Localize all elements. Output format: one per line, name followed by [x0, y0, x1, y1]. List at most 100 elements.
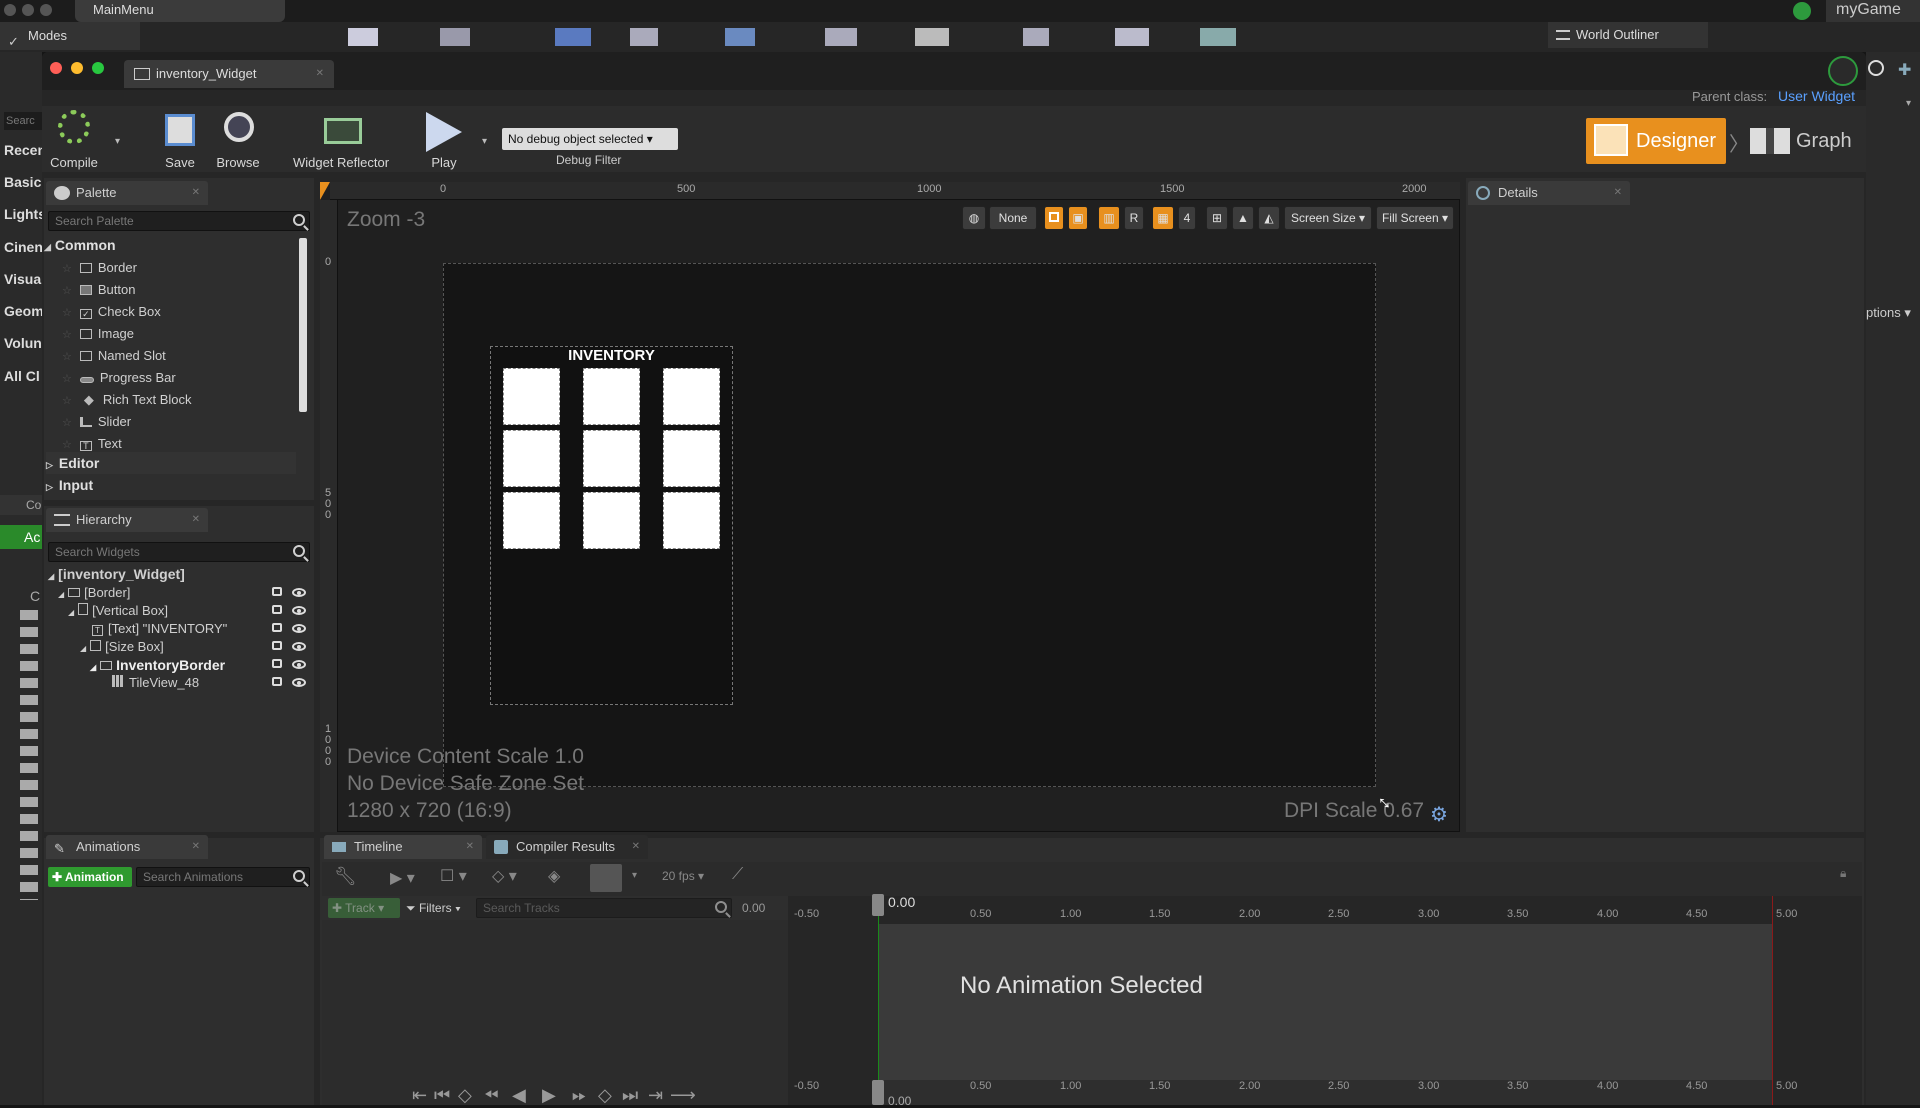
favorite-star-icon[interactable]: ☆ [62, 395, 72, 407]
content-folder-root[interactable]: C [0, 588, 42, 608]
main-icon-9[interactable] [1115, 28, 1149, 46]
window-minimize-button[interactable] [71, 62, 83, 74]
palette-tab-close-icon[interactable]: ✕ [192, 181, 200, 205]
eye-icon[interactable] [292, 642, 306, 651]
step-forward-key-button[interactable]: ⏭︎ [622, 1085, 638, 1106]
compiler-results-tab[interactable]: Compiler Results ✕ [486, 835, 648, 859]
camera-lock-button[interactable] [590, 864, 622, 892]
key-auto-icon[interactable]: ◈ [548, 866, 560, 886]
palette-tab[interactable]: Palette ✕ [46, 181, 208, 205]
compile-options-dropdown[interactable]: ▾ [115, 136, 120, 147]
grid-snap-button[interactable]: ▦ [1152, 206, 1174, 230]
search-icon[interactable] [715, 901, 727, 913]
graph-mode-button[interactable]: Graph [1746, 118, 1856, 164]
eye-icon[interactable] [292, 588, 306, 597]
selection-options-icon[interactable]: ☐ ▾ [440, 866, 467, 886]
ue-logo-icon[interactable] [1828, 56, 1858, 86]
category-visual[interactable]: Visua [4, 271, 42, 287]
save-button[interactable]: Save [160, 110, 200, 170]
playback-start-marker[interactable] [878, 896, 879, 1105]
favorite-star-icon[interactable]: ☆ [62, 263, 72, 275]
animations-tab-close-icon[interactable]: ✕ [192, 835, 200, 859]
inventory-slot[interactable] [663, 430, 720, 487]
camera-lock-dropdown[interactable]: ▾ [632, 870, 637, 881]
category-geometry[interactable]: Geom [4, 303, 42, 319]
palette-item-named-slot[interactable]: ☆ Named Slot [62, 345, 166, 366]
lock-icon[interactable] [272, 623, 282, 632]
modes-tab[interactable]: ✓ Modes [0, 22, 140, 50]
playhead-handle-bottom[interactable] [872, 1080, 884, 1105]
debug-object-select[interactable]: No debug object selected ▾ [502, 128, 678, 150]
palette-item-border[interactable]: ☆ Border [62, 257, 137, 278]
step-back-frame-button[interactable]: ⏪︎ [484, 1085, 498, 1106]
main-icon-6[interactable] [825, 28, 857, 46]
category-all-classes[interactable]: All Cl [4, 368, 42, 384]
hierarchy-node-tileview[interactable]: TileView_48 [112, 674, 199, 692]
playhead-handle[interactable] [872, 894, 884, 916]
outline-toggle-button[interactable] [1044, 206, 1064, 230]
favorite-star-icon[interactable]: ☆ [62, 329, 72, 341]
curve-editor-icon[interactable]: ⟋ [732, 866, 743, 884]
document-tab[interactable]: inventory_Widget ✕ [124, 60, 334, 88]
lock-toggle-button[interactable]: ▣ [1068, 206, 1088, 230]
world-outliner-tab[interactable]: World Outliner [1548, 22, 1708, 48]
hierarchy-node-text[interactable]: T [Text] "INVENTORY" [92, 620, 227, 638]
right-dropdown-arrow[interactable]: ▾ [1906, 98, 1911, 109]
inventory-slot[interactable] [503, 430, 560, 487]
localization-preview-button[interactable]: ◍ [962, 206, 986, 230]
category-cinematic[interactable]: Cinen [4, 239, 42, 255]
key-options-icon[interactable]: ◇ ▾ [492, 866, 517, 886]
palette-item-image[interactable]: ☆ Image [62, 323, 134, 344]
loop-button[interactable]: ⟶ [670, 1085, 696, 1106]
hierarchy-tab-close-icon[interactable]: ✕ [192, 508, 200, 532]
hierarchy-tab[interactable]: Hierarchy ✕ [46, 508, 208, 532]
main-icon-1[interactable] [348, 28, 378, 46]
jump-to-start-button[interactable]: ⇤ [412, 1085, 427, 1106]
fill-screen-select[interactable]: Fill Screen ▾ [1376, 206, 1454, 230]
inventory-slot[interactable] [663, 492, 720, 549]
palette-scrollbar[interactable] [299, 238, 307, 412]
main-icon-8[interactable] [1023, 28, 1049, 46]
timeline-tab[interactable]: Timeline ✕ [324, 835, 482, 859]
inventory-slot[interactable] [503, 368, 560, 425]
main-icon-5[interactable] [725, 28, 755, 46]
main-icon-4[interactable] [630, 28, 658, 46]
play-button[interactable]: Play [416, 110, 472, 170]
hierarchy-node-size-box[interactable]: ◢ [Size Box] [80, 638, 164, 656]
main-icon-10[interactable] [1200, 28, 1236, 46]
category-basic[interactable]: Basic [4, 174, 42, 190]
palette-category-editor[interactable]: ▷ Editor [46, 452, 296, 474]
document-tab-close-icon[interactable]: ✕ [316, 60, 324, 88]
favorite-star-icon[interactable]: ☆ [62, 351, 72, 363]
current-time-value[interactable]: 0.00 [742, 901, 765, 915]
fps-select[interactable]: 20 fps ▾ [662, 869, 704, 883]
details-tab-close-icon[interactable]: ✕ [1614, 181, 1622, 205]
search-icon[interactable] [293, 214, 305, 226]
palette-category-common[interactable]: ◢ Common [44, 234, 116, 256]
category-lights[interactable]: Lights [4, 206, 42, 222]
dpi-settings-gear-icon[interactable]: ⚙ [1430, 802, 1448, 827]
zoom-to-fit-button[interactable]: ⊞ [1206, 206, 1228, 230]
eye-icon[interactable] [292, 660, 306, 669]
search-icon[interactable] [293, 545, 305, 557]
eye-icon[interactable] [292, 624, 306, 633]
palette-item-text[interactable]: ☆ T Text [62, 433, 122, 454]
filters-button[interactable]: ⏷ Filters ▾ [406, 898, 461, 918]
play-forward-button[interactable]: ▶ [542, 1085, 556, 1106]
pin-icon[interactable]: ✚ [1898, 60, 1911, 80]
animations-search-input[interactable]: Search Animations [136, 867, 310, 887]
sequencer-tools-icon[interactable]: 🔧︎ [334, 866, 357, 887]
palette-category-input[interactable]: ▷ Input [46, 474, 93, 496]
window-close-button[interactable] [50, 62, 62, 74]
inventory-slot[interactable] [583, 368, 640, 425]
step-back-key-button[interactable]: ⏮︎ [434, 1085, 450, 1106]
flow-direction-button[interactable]: None [989, 206, 1037, 230]
main-icon-3[interactable] [555, 28, 591, 46]
lock-icon[interactable] [272, 605, 282, 614]
main-icon-7[interactable] [915, 28, 949, 46]
palette-search-input[interactable]: Search Palette [48, 211, 310, 231]
jump-to-end-button[interactable]: ⇥ [648, 1085, 663, 1106]
window-maximize-button[interactable] [92, 62, 104, 74]
content-browser-tab[interactable]: Co [0, 495, 42, 515]
add-new-button[interactable]: Ac [0, 525, 42, 549]
